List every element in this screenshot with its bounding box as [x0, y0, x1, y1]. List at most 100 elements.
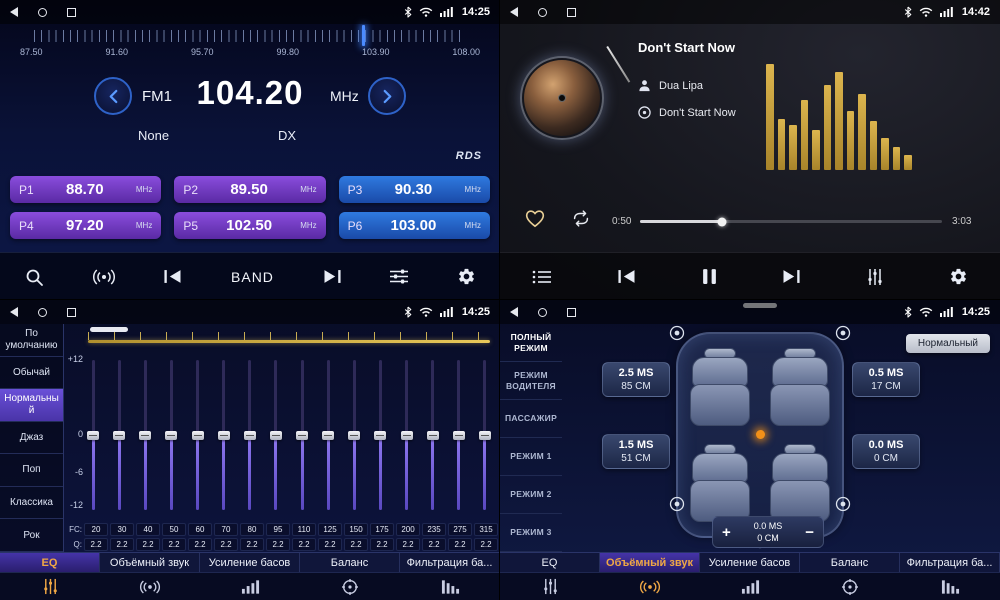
previous-station-button[interactable] [163, 269, 183, 284]
mode-full[interactable]: ПОЛНЫЙ РЕЖИМ [500, 324, 562, 362]
eq-band-slider[interactable] [243, 360, 257, 510]
home-icon[interactable] [538, 8, 547, 17]
eq-band-slider[interactable] [112, 360, 126, 510]
eq-band-slider[interactable] [426, 360, 440, 510]
eq-band-slider[interactable] [86, 360, 100, 510]
eq-slider-knob[interactable] [87, 431, 99, 440]
mode-driver[interactable]: РЕЖИМ ВОДИТЕЛЯ [500, 362, 562, 400]
next-track-button[interactable] [781, 269, 801, 284]
delay-rear-right[interactable]: 0.0 MS 0 CM [852, 434, 920, 469]
filter-icon[interactable] [400, 573, 500, 600]
eq-slider-knob[interactable] [322, 431, 334, 440]
recents-icon[interactable] [67, 308, 76, 317]
eq-slider-knob[interactable] [192, 431, 204, 440]
tab-balance[interactable]: Баланс [800, 553, 900, 572]
mode-1[interactable]: РЕЖИМ 1 [500, 438, 562, 476]
preset-button-p1[interactable]: P1 88.70 MHz [10, 176, 161, 203]
eq-preset-classic[interactable]: Классика [0, 487, 63, 520]
preset-button-p3[interactable]: P3 90.30 MHz [339, 176, 490, 203]
progress-bar[interactable] [640, 220, 942, 223]
frequency-ruler[interactable] [34, 30, 466, 42]
home-icon[interactable] [38, 8, 47, 17]
delay-front-right[interactable]: 0.5 MS 17 CM [852, 362, 920, 397]
progress-knob[interactable] [717, 217, 726, 226]
recents-icon[interactable] [67, 8, 76, 17]
recents-icon[interactable] [567, 8, 576, 17]
eq-band-slider[interactable] [269, 360, 283, 510]
eq-slider-knob[interactable] [113, 431, 125, 440]
tab-balance[interactable]: Баланс [300, 553, 400, 572]
eq-sliders-icon[interactable] [500, 573, 600, 600]
preset-button-p5[interactable]: P5 102.50 MHz [174, 212, 325, 239]
balance-icon[interactable] [300, 573, 400, 600]
broadcast-scan-button[interactable] [92, 269, 116, 285]
tab-surround[interactable]: Объёмный звук [600, 553, 700, 572]
band-button[interactable]: BAND [231, 269, 274, 285]
tab-surround[interactable]: Объёмный звук [100, 553, 200, 572]
eq-slider-knob[interactable] [348, 431, 360, 440]
eq-band-slider[interactable] [373, 360, 387, 510]
surround-icon[interactable] [600, 573, 700, 600]
eq-band-slider[interactable] [164, 360, 178, 510]
mode-2[interactable]: РЕЖИМ 2 [500, 476, 562, 514]
eq-band-slider[interactable] [452, 360, 466, 510]
favorite-button[interactable] [524, 208, 546, 228]
home-icon[interactable] [38, 308, 47, 317]
eq-slider-knob[interactable] [270, 431, 282, 440]
master-level-slider[interactable] [88, 340, 490, 343]
eq-preset-pop[interactable]: Поп [0, 454, 63, 487]
preset-button-p4[interactable]: P4 97.20 MHz [10, 212, 161, 239]
tab-eq[interactable]: EQ [0, 553, 100, 572]
eq-slider-knob[interactable] [218, 431, 230, 440]
eq-slider-knob[interactable] [401, 431, 413, 440]
tab-eq[interactable]: EQ [500, 553, 600, 572]
eq-band-slider[interactable] [295, 360, 309, 510]
filter-icon[interactable] [900, 573, 1000, 600]
preset-button-p2[interactable]: P2 89.50 MHz [174, 176, 325, 203]
back-icon[interactable] [510, 7, 518, 17]
eq-slider-knob[interactable] [139, 431, 151, 440]
back-icon[interactable] [10, 7, 18, 17]
eq-band-slider[interactable] [217, 360, 231, 510]
repeat-button[interactable] [570, 210, 592, 227]
eq-band-slider[interactable] [400, 360, 414, 510]
settings-gear-button[interactable] [949, 267, 968, 286]
eq-band-slider[interactable] [478, 360, 492, 510]
eq-sliders-icon[interactable] [0, 573, 100, 600]
tab-filter[interactable]: Фильтрация ба... [900, 553, 1000, 572]
equalizer-button[interactable] [866, 268, 884, 286]
eq-preset-custom[interactable]: Обычай [0, 357, 63, 390]
audio-settings-button[interactable] [389, 268, 409, 285]
eq-preset-normal[interactable]: Нормальный [0, 389, 63, 422]
mode-passenger[interactable]: ПАССАЖИР [500, 400, 562, 438]
eq-band-slider[interactable] [321, 360, 335, 510]
surround-icon[interactable] [100, 573, 200, 600]
home-icon[interactable] [538, 308, 547, 317]
balance-icon[interactable] [800, 573, 900, 600]
settings-gear-button[interactable] [457, 267, 476, 286]
recents-icon[interactable] [567, 308, 576, 317]
decrease-delay-button[interactable]: − [805, 525, 814, 540]
eq-slider-knob[interactable] [244, 431, 256, 440]
bass-boost-icon[interactable] [700, 573, 800, 600]
eq-band-slider[interactable] [138, 360, 152, 510]
playlist-button[interactable] [532, 269, 552, 285]
tab-bass-boost[interactable]: Усиление басов [700, 553, 800, 572]
delay-front-left[interactable]: 2.5 MS 85 CM [602, 362, 670, 397]
search-button[interactable] [24, 267, 44, 287]
tune-down-button[interactable] [94, 77, 132, 115]
eq-preset-rock[interactable]: Рок [0, 519, 63, 552]
tune-up-button[interactable] [368, 77, 406, 115]
tab-bass-boost[interactable]: Усиление басов [200, 553, 300, 572]
eq-slider-knob[interactable] [427, 431, 439, 440]
eq-band-slider[interactable] [191, 360, 205, 510]
eq-slider-knob[interactable] [165, 431, 177, 440]
profile-button[interactable]: Нормальный [906, 334, 990, 353]
preset-button-p6[interactable]: P6 103.00 MHz [339, 212, 490, 239]
delay-rear-left[interactable]: 1.5 MS 51 CM [602, 434, 670, 469]
back-icon[interactable] [10, 307, 18, 317]
eq-preset-jazz[interactable]: Джаз [0, 422, 63, 455]
eq-preset-default[interactable]: По умолчанию [0, 324, 63, 357]
eq-slider-knob[interactable] [453, 431, 465, 440]
bass-boost-icon[interactable] [200, 573, 300, 600]
